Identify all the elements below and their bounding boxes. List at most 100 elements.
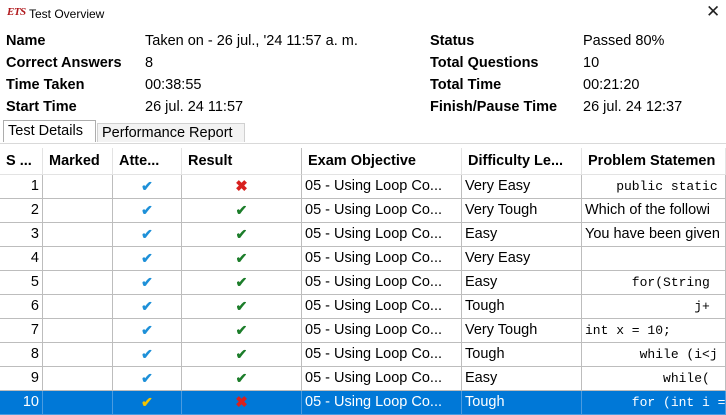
results-table[interactable]: S ... Marked Atte... Result Exam Objecti… <box>0 148 726 415</box>
problem-cell: for (int i = <box>582 391 726 415</box>
objective-cell: 05 - Using Loop Co... <box>302 295 462 319</box>
objective-cell: 05 - Using Loop Co... <box>302 199 462 223</box>
correct-check-icon: ✔ <box>235 370 248 386</box>
objective-cell: 05 - Using Loop Co... <box>302 319 462 343</box>
attempted-cell: ✔ <box>113 247 182 271</box>
incorrect-cross-icon: ✖ <box>235 394 248 411</box>
table-row[interactable]: 5 ✔ ✔ 05 - Using Loop Co... Easy for(String <box>0 271 726 295</box>
table-row[interactable]: 6 ✔ ✔ 05 - Using Loop Co... Tough j+ <box>0 295 726 319</box>
correct-answers-value: 8 <box>145 55 154 71</box>
marked-cell <box>43 223 113 247</box>
seq-cell: 1 <box>0 175 43 199</box>
objective-cell: 05 - Using Loop Co... <box>302 343 462 367</box>
attempted-check-icon: ✔ <box>141 202 153 218</box>
difficulty-cell: Tough <box>462 295 582 319</box>
column-header-marked[interactable]: Marked <box>43 148 113 175</box>
table-row[interactable]: 4 ✔ ✔ 05 - Using Loop Co... Very Easy <box>0 247 726 271</box>
seq-cell: 4 <box>0 247 43 271</box>
table-row[interactable]: 9 ✔ ✔ 05 - Using Loop Co... Easy while( <box>0 367 726 391</box>
incorrect-cross-icon: ✖ <box>235 178 248 195</box>
status-value: Passed 80% <box>583 33 665 49</box>
column-header-seq[interactable]: S ... <box>0 148 43 175</box>
column-header-result[interactable]: Result <box>182 148 302 175</box>
attempted-check-icon: ✔ <box>141 178 153 194</box>
problem-cell: for(String <box>582 271 726 295</box>
time-taken-label: Time Taken <box>6 77 85 93</box>
column-header-difficulty[interactable]: Difficulty Le... <box>462 148 582 175</box>
column-header-attempted[interactable]: Atte... <box>113 148 182 175</box>
close-icon[interactable]: ✕ <box>706 3 720 20</box>
attempted-cell: ✔ <box>113 391 182 415</box>
column-header-problem[interactable]: Problem Statemen <box>582 148 726 175</box>
difficulty-cell: Easy <box>462 223 582 247</box>
marked-cell <box>43 199 113 223</box>
window-title: Test Overview <box>29 7 105 21</box>
correct-check-icon: ✔ <box>235 322 248 338</box>
name-value: Taken on - 26 jul., '24 11:57 a. m. <box>145 33 358 49</box>
marked-cell <box>43 247 113 271</box>
title-bar: ETS Test Overview ✕ <box>0 0 726 28</box>
difficulty-cell: Very Tough <box>462 319 582 343</box>
difficulty-cell: Tough <box>462 391 582 415</box>
difficulty-cell: Tough <box>462 343 582 367</box>
correct-answers-label: Correct Answers <box>6 55 122 71</box>
difficulty-cell: Very Easy <box>462 175 582 199</box>
attempted-cell: ✔ <box>113 343 182 367</box>
table-row[interactable]: 3 ✔ ✔ 05 - Using Loop Co... Easy You have bee… <box>0 223 726 247</box>
attempted-cell: ✔ <box>113 271 182 295</box>
tab-test-details[interactable]: Test Details <box>3 120 96 142</box>
table-row[interactable]: 10 ✔ ✖ 05 - Using Loop Co... Tough for (int … <box>0 391 726 415</box>
problem-cell: int x = 10; <box>582 319 726 343</box>
start-time-label: Start Time <box>6 99 77 115</box>
finish-time-value: 26 jul. 24 12:37 <box>583 99 683 115</box>
result-cell: ✖ <box>182 391 302 415</box>
total-time-value: 00:21:20 <box>583 77 640 93</box>
difficulty-cell: Very Easy <box>462 247 582 271</box>
result-cell: ✔ <box>182 199 302 223</box>
tab-strip: Performance Report Test Details <box>0 120 726 144</box>
table-row[interactable]: 7 ✔ ✔ 05 - Using Loop Co... Very Tough int x … <box>0 319 726 343</box>
table-row[interactable]: 8 ✔ ✔ 05 - Using Loop Co... Tough while (i<j <box>0 343 726 367</box>
seq-cell: 8 <box>0 343 43 367</box>
seq-cell: 9 <box>0 367 43 391</box>
attempted-check-icon: ✔ <box>141 250 153 266</box>
table-row[interactable]: 1 ✔ ✖ 05 - Using Loop Co... Very Easy public… <box>0 175 726 199</box>
problem-cell: public static <box>582 175 726 199</box>
objective-cell: 05 - Using Loop Co... <box>302 223 462 247</box>
attempted-check-icon: ✔ <box>141 274 153 290</box>
difficulty-cell: Easy <box>462 271 582 295</box>
attempted-check-icon: ✔ <box>141 370 153 386</box>
marked-cell <box>43 175 113 199</box>
attempted-check-icon: ✔ <box>141 346 153 362</box>
objective-cell: 05 - Using Loop Co... <box>302 391 462 415</box>
total-questions-value: 10 <box>583 55 600 71</box>
tab-performance-report[interactable]: Performance Report <box>97 123 245 142</box>
seq-cell: 7 <box>0 319 43 343</box>
difficulty-cell: Very Tough <box>462 199 582 223</box>
attempted-check-icon: ✔ <box>141 322 153 338</box>
seq-cell: 3 <box>0 223 43 247</box>
total-questions-label: Total Questions <box>430 55 539 71</box>
tab-divider <box>0 143 726 144</box>
attempted-cell: ✔ <box>113 319 182 343</box>
start-time-value: 26 jul. 24 11:57 <box>145 99 244 115</box>
attempted-cell: ✔ <box>113 199 182 223</box>
name-label: Name <box>6 33 46 49</box>
total-time-label: Total Time <box>430 77 502 93</box>
problem-cell <box>582 247 726 271</box>
result-cell: ✖ <box>182 175 302 199</box>
column-header-objective[interactable]: Exam Objective <box>302 148 462 175</box>
problem-cell: Which of the followi <box>582 199 726 223</box>
correct-check-icon: ✔ <box>235 346 248 362</box>
marked-cell <box>43 295 113 319</box>
result-cell: ✔ <box>182 343 302 367</box>
table-row[interactable]: 2 ✔ ✔ 05 - Using Loop Co... Very Tough Which … <box>0 199 726 223</box>
marked-cell <box>43 319 113 343</box>
attempted-cell: ✔ <box>113 367 182 391</box>
attempted-check-icon: ✔ <box>141 298 153 314</box>
attempted-check-icon: ✔ <box>141 226 153 242</box>
attempted-cell: ✔ <box>113 223 182 247</box>
difficulty-cell: Easy <box>462 367 582 391</box>
result-cell: ✔ <box>182 223 302 247</box>
objective-cell: 05 - Using Loop Co... <box>302 367 462 391</box>
